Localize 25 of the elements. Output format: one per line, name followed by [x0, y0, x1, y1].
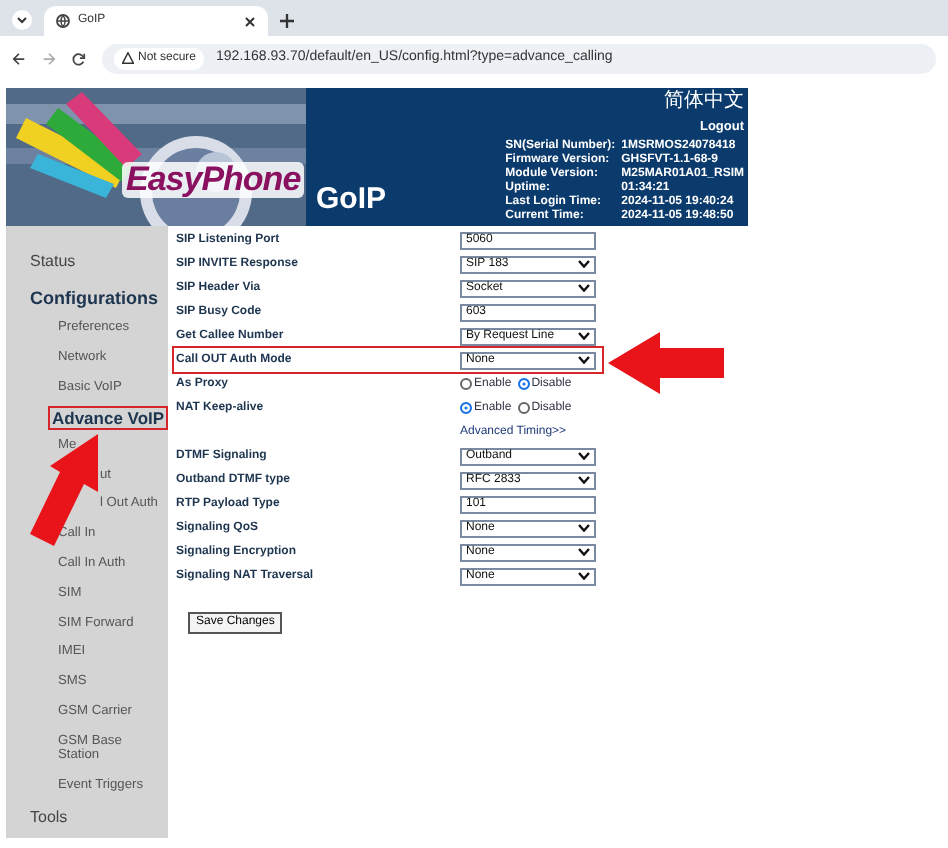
- caret-icon: [578, 572, 590, 580]
- caret-icon: [578, 524, 590, 532]
- sidebar-item[interactable]: Status: [30, 252, 76, 272]
- caret-icon: [578, 284, 590, 292]
- language-link[interactable]: 简体中文: [664, 90, 744, 112]
- caret-icon: [578, 356, 590, 364]
- logo-text: EasyPhone: [122, 162, 305, 198]
- globe-icon: [56, 14, 70, 28]
- reload-icon[interactable]: [72, 51, 86, 65]
- caret-icon: [578, 548, 590, 556]
- back-icon[interactable]: [12, 51, 26, 65]
- warning-icon: [122, 52, 134, 64]
- close-icon[interactable]: [244, 15, 256, 27]
- arrow-drawing: [606, 330, 726, 396]
- product-name: GoIP: [316, 179, 387, 219]
- sidebar-item[interactable]: Advance VoIP: [50, 408, 167, 429]
- sidebar-item[interactable]: Tools: [30, 807, 68, 828]
- caret-icon: [578, 452, 590, 460]
- sidebar-item[interactable]: Configurations: [30, 288, 158, 308]
- caret-icon: [578, 332, 590, 340]
- new-tab-icon[interactable]: [280, 14, 294, 28]
- caret-icon: [578, 260, 590, 268]
- arrow-drawing: [28, 434, 104, 548]
- caret-icon: [578, 476, 590, 484]
- tab-list-icon[interactable]: [12, 10, 32, 30]
